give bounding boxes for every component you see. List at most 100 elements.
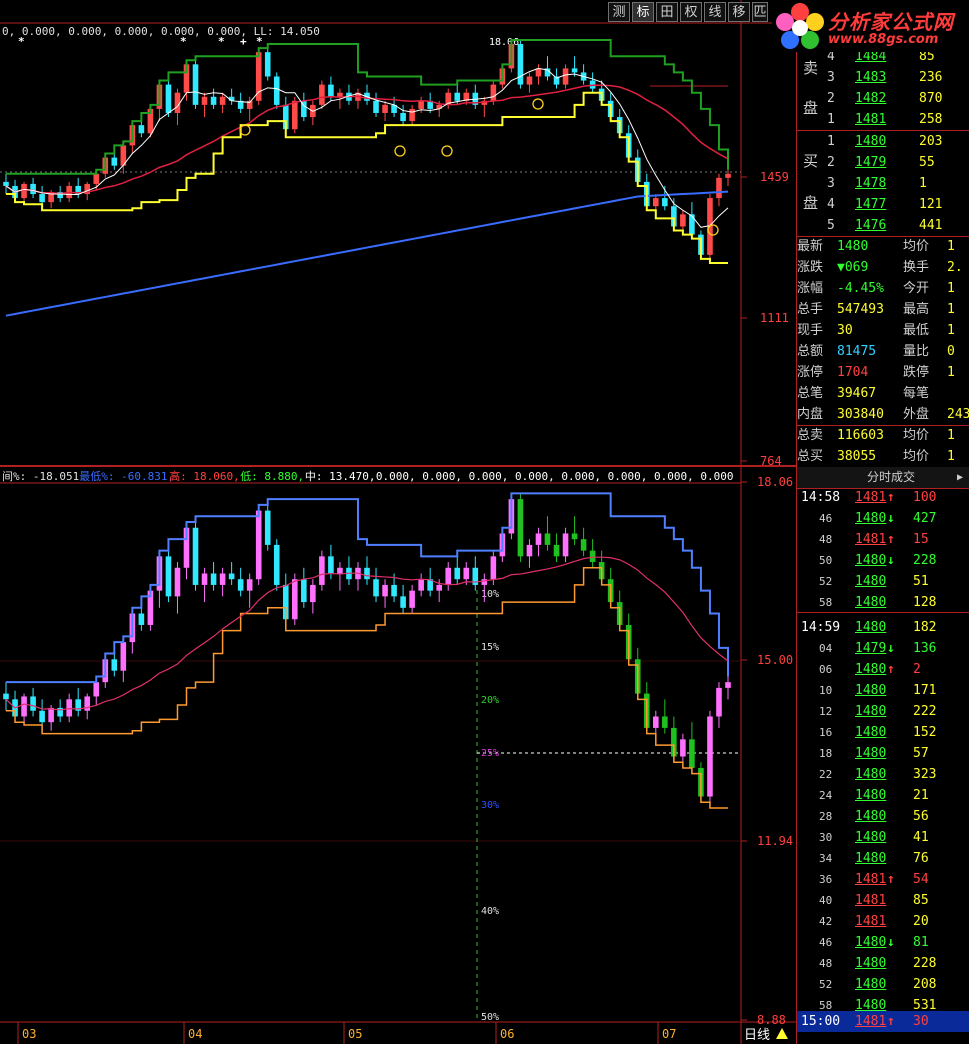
- lower-candle-body: [725, 682, 731, 688]
- tick-time: 46: [819, 936, 833, 949]
- buy-level: 2: [827, 155, 835, 170]
- tick-volume: 427: [913, 511, 937, 526]
- candle-body: [165, 84, 172, 113]
- candle-body: [219, 96, 226, 105]
- tick-price: 1480: [855, 851, 887, 866]
- signal-marker: *: [256, 35, 263, 48]
- signal-marker: *: [218, 35, 225, 48]
- tick-volume: 152: [913, 725, 937, 740]
- tick-time: 48: [819, 533, 833, 546]
- lower-candle-body: [264, 510, 271, 545]
- lower-candle-body: [418, 579, 424, 591]
- candle-body: [382, 104, 388, 113]
- toolbar-button-line[interactable]: 线: [704, 2, 726, 22]
- tick-price: 1481: [855, 914, 887, 929]
- stat-value-2: 0: [947, 344, 955, 359]
- toolbar-button-mark[interactable]: 标: [632, 2, 654, 22]
- buy-level-row: 4 1477 121: [797, 194, 969, 215]
- tick-time: 28: [819, 810, 833, 823]
- lower-candle-body: [210, 573, 217, 585]
- tick-time: 52: [819, 575, 833, 588]
- stat-label-2: 跌停: [903, 365, 930, 380]
- stat-value: 547493: [837, 302, 884, 317]
- lower-candle-body: [174, 567, 181, 597]
- pct-label: 10%: [481, 589, 499, 600]
- lower-candle-body: [526, 544, 533, 557]
- stat-value-2: 1: [947, 302, 955, 317]
- toolbar-button-grid[interactable]: 田: [656, 2, 678, 22]
- lower-candle-body: [580, 539, 587, 551]
- tick-price: 1480: [855, 935, 887, 950]
- candle-body: [689, 214, 695, 235]
- kline-chart[interactable]: 1459 1111 764 18.06 15.00 11.94 8.88 0, 0.000, …: [0, 0, 796, 1044]
- stat-value: ▼069: [837, 260, 869, 275]
- lower-candle-body: [562, 533, 569, 557]
- tick-price: 1481: [855, 532, 887, 547]
- lower-candle-body: [517, 499, 524, 557]
- lower-candle-body: [292, 579, 298, 620]
- lower-candle-body: [689, 739, 695, 768]
- stat-label-2: 均价: [903, 428, 930, 443]
- buy-price: 1478: [855, 176, 887, 191]
- date-label: 04: [188, 1027, 202, 1041]
- quote-stat-row: 总卖 116603 均价 1: [797, 425, 969, 446]
- toolbar-button-more[interactable]: 匹: [752, 2, 768, 22]
- candle-body: [39, 194, 45, 203]
- tick-price: 1481: [855, 490, 887, 505]
- lower-price-label: 11.94: [757, 834, 793, 848]
- lower-candle-body: [436, 584, 442, 591]
- toolbar-button-rights[interactable]: 权: [680, 2, 702, 22]
- tick-time: 46: [819, 512, 833, 525]
- sell-level: 1: [827, 112, 835, 127]
- lower-candle-body: [165, 556, 172, 597]
- candle-body: [571, 68, 578, 73]
- buy-price: 1479: [855, 155, 887, 170]
- flower-logo-icon: [776, 3, 824, 49]
- sell-volume: 258: [919, 112, 943, 127]
- lower-price-label: 15.00: [757, 653, 793, 667]
- stat-label: 涨幅: [797, 281, 824, 296]
- stat-value: 81475: [837, 344, 877, 359]
- lower-candle-body: [246, 579, 253, 591]
- stat-value-2: 1: [947, 428, 955, 443]
- tick-volume: 20: [913, 914, 929, 929]
- toolbar-button-move[interactable]: 移: [728, 2, 750, 22]
- chart-area[interactable]: 1459 1111 764 18.06 15.00 11.94 8.88 0, 0.000, …: [0, 0, 796, 1044]
- quote-stat-row: 涨跌 ▼069 换手 2.: [797, 257, 969, 278]
- candle-body: [680, 214, 686, 227]
- stat-value-2: 1: [947, 323, 955, 338]
- candle-body: [454, 92, 461, 101]
- tick-volume: 81: [913, 935, 929, 950]
- tick-up-icon: ↑: [887, 532, 895, 547]
- buy-volume: 203: [919, 134, 943, 149]
- candle-body: [373, 100, 379, 113]
- lower-candle-body: [84, 696, 91, 711]
- quote-stat-row: 总手 547493 最高 1: [797, 299, 969, 320]
- stat-value: 116603: [837, 428, 884, 443]
- signal-circle-icon: [394, 145, 406, 157]
- site-logo: 分析家公式网 www.88gs.com: [772, 0, 969, 52]
- lower-price-label: 18.06: [757, 475, 793, 489]
- tick-down-icon: ↓: [887, 511, 895, 526]
- stat-label-2: 最高: [903, 302, 930, 317]
- lower-candle-body: [490, 556, 497, 580]
- tick-row: 06 1480 ↑ 2: [797, 659, 969, 680]
- stat-value-2: 1: [947, 449, 955, 464]
- toolbar-button-measure[interactable]: 测: [608, 2, 630, 22]
- buy-level-row: 3 1478 1: [797, 173, 969, 194]
- candle-body: [517, 44, 524, 85]
- stat-value: 39467: [837, 386, 877, 401]
- tick-price: 1480: [855, 620, 887, 635]
- lower-candle-body: [201, 573, 208, 585]
- tick-volume: 182: [913, 620, 937, 635]
- date-label: 05: [348, 1027, 362, 1041]
- tick-volume: 323: [913, 767, 937, 782]
- tick-time: 15:00: [801, 1014, 841, 1029]
- tick-time: 12: [819, 705, 833, 718]
- tick-time: 30: [819, 831, 833, 844]
- stat-label: 总手: [797, 302, 824, 317]
- tick-volume: 56: [913, 809, 929, 824]
- tick-price: 1480: [855, 595, 887, 610]
- candle-body: [264, 52, 271, 77]
- tick-price: 1480: [855, 662, 887, 677]
